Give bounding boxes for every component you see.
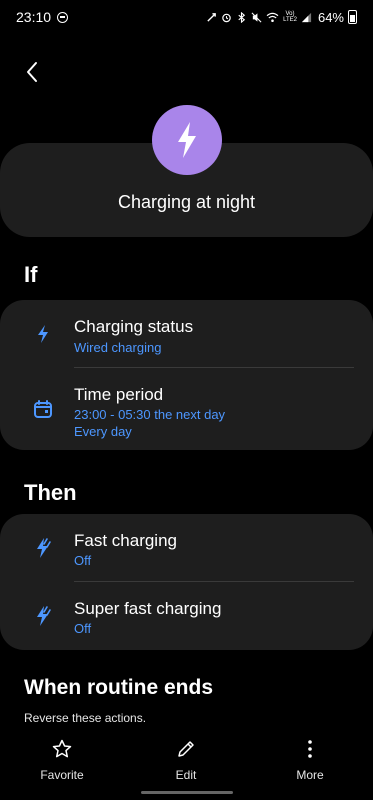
favorite-button[interactable]: Favorite: [17, 738, 107, 782]
chevron-left-icon: [27, 62, 37, 82]
more-button[interactable]: More: [265, 738, 355, 782]
if-section-title: If: [24, 262, 38, 287]
if-conditions-card: Charging status Wired charging Time peri…: [0, 300, 373, 450]
bottom-action-bar: Favorite Edit More: [0, 732, 373, 800]
routine-name: Charging at night: [117, 192, 256, 212]
condition-title: Charging status: [74, 317, 194, 336]
battery-percent: 64%: [317, 9, 344, 25]
calendar-icon: [30, 396, 56, 422]
home-indicator[interactable]: [141, 791, 233, 794]
favorite-label: Favorite: [40, 768, 84, 782]
action-fast-charging[interactable]: Fast charging Off: [0, 514, 373, 582]
network-type-label: Vo) LTE2: [283, 11, 297, 23]
star-icon: [51, 738, 73, 760]
battery-icon: [348, 10, 357, 24]
when-routine-ends-subtitle[interactable]: Reverse these actions.: [24, 711, 146, 725]
do-not-disturb-icon: [57, 11, 69, 23]
fast-charging-icon: [30, 603, 56, 629]
condition-value: Wired charging: [74, 340, 162, 355]
action-value: Off: [74, 621, 92, 636]
fast-charging-icon: [30, 535, 56, 561]
condition-charging-status[interactable]: Charging status Wired charging: [0, 300, 373, 368]
wifi-icon: [266, 12, 279, 22]
status-bar: 23:10 Vo) LTE2 64%: [0, 0, 373, 34]
more-vertical-icon: [299, 738, 321, 760]
edit-label: Edit: [175, 768, 197, 782]
then-actions-card: Fast charging Off Super fast charging Of…: [0, 514, 373, 650]
pencil-icon: [175, 738, 197, 760]
lightning-bolt-icon: [178, 122, 196, 158]
when-routine-ends-title: When routine ends: [24, 676, 213, 699]
action-title: Super fast charging: [74, 599, 222, 618]
back-button[interactable]: [18, 58, 46, 86]
condition-title: Time period: [74, 385, 164, 404]
alarm-icon: [222, 13, 231, 22]
condition-value: 23:00 - 05:30 the next day: [74, 407, 226, 422]
action-value: Off: [74, 553, 92, 568]
more-label: More: [296, 768, 324, 782]
routine-icon[interactable]: [152, 105, 222, 175]
sync-icon: [207, 12, 216, 22]
edit-button[interactable]: Edit: [141, 738, 231, 782]
bluetooth-icon: [238, 11, 246, 23]
condition-time-period[interactable]: Time period 23:00 - 05:30 the next day E…: [0, 368, 373, 450]
lightning-bolt-icon: [30, 321, 56, 347]
mute-icon: [251, 12, 262, 22]
status-time: 23:10: [16, 9, 52, 25]
action-super-fast-charging[interactable]: Super fast charging Off: [0, 582, 373, 650]
then-section-title: Then: [24, 480, 77, 505]
signal-strength-icon: [301, 12, 312, 22]
condition-value: Every day: [74, 424, 132, 439]
action-title: Fast charging: [74, 531, 177, 550]
